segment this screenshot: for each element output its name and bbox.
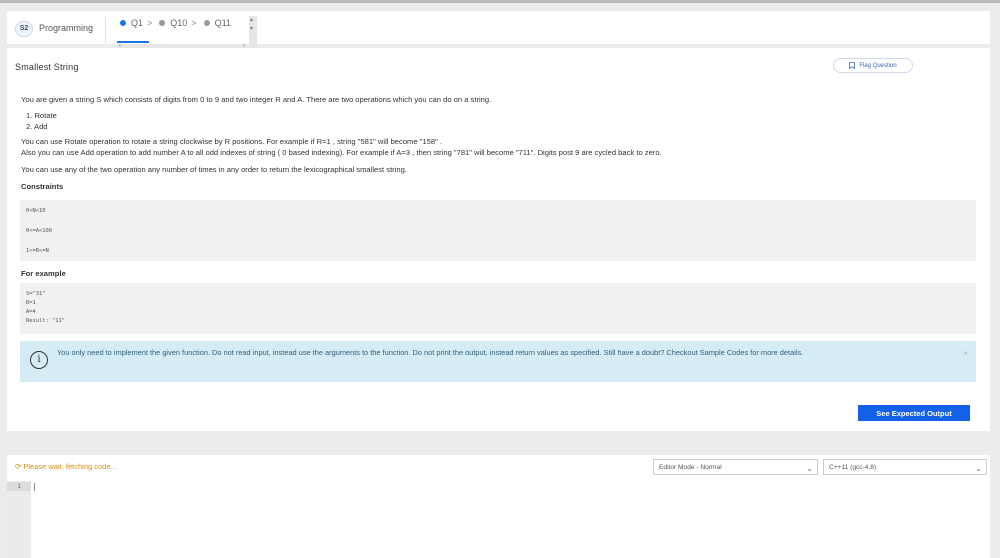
flag-question-label: Flag Question [859, 62, 897, 69]
line-number-gutter: 1 [7, 481, 31, 558]
question-tab-q11[interactable]: Q11 [203, 18, 231, 28]
active-tab-indicator [117, 41, 149, 43]
info-icon: i [30, 351, 48, 369]
intro-text: You are given a string S which consists … [21, 95, 492, 104]
vertical-scrollbar[interactable]: ▴ ▾ [249, 16, 257, 52]
fetching-status: ⟳ Please wait, fetching code... [15, 462, 117, 471]
info-text: You only need to implement the given fun… [57, 348, 804, 357]
rotate-text: You can use Rotate operation to rotate a… [21, 137, 442, 146]
question-description: You are given a string S which consists … [21, 94, 971, 192]
example-line: A=4 [26, 309, 36, 315]
scroll-down-icon[interactable]: ▾ [250, 25, 253, 32]
section-name[interactable]: Programming [39, 23, 93, 33]
question-tabs: Q1 > Q10 > Q11 [120, 16, 238, 30]
add-text: Also you can use Add operation to add nu… [21, 148, 662, 157]
editor-toolbar: ⟳ Please wait, fetching code... Editor M… [7, 455, 990, 481]
language-value: C++11 (gcc-4.8) [829, 464, 877, 471]
question-title: Smallest String [15, 62, 79, 72]
example-line: S="31" [26, 291, 46, 297]
example-line: Result: "11" [26, 318, 65, 324]
question-tab-label: Q10 [170, 18, 188, 28]
info-banner: i You only need to implement the given f… [20, 341, 976, 382]
question-nav-bar: S2 Programming Q1 > Q10 > Q11 ‹ › ▴ ▾ [7, 11, 990, 52]
section-badge[interactable]: S2 [15, 21, 33, 37]
question-tab-label: Q1 [131, 18, 144, 28]
constraints-block: 0<N<10 0<=A<100 1<=R<=N [20, 200, 976, 261]
example-block: S="31" R=1 A=4 Result: "11" [20, 283, 976, 334]
fetching-status-text: Please wait, fetching code... [23, 462, 117, 471]
question-panel: Smallest String Flag Question You are gi… [7, 48, 990, 431]
chevron-right-icon: > [147, 18, 153, 28]
question-tab-q10[interactable]: Q10 > [159, 18, 197, 28]
status-dot-icon [159, 20, 166, 26]
top-border [0, 0, 1000, 3]
constraints-heading: Constraints [21, 182, 64, 191]
editor-mode-select[interactable]: Editor Mode - Normal ⌄ [653, 459, 818, 475]
status-dot-icon [120, 20, 126, 26]
chevron-right-icon: > [191, 18, 197, 28]
bookmark-icon [849, 62, 856, 69]
constraint-line: 0<N<10 [26, 208, 46, 214]
editor-mode-value: Editor Mode - Normal [659, 464, 722, 471]
example-line: R=1 [26, 300, 36, 306]
list-item: 2. Add [26, 122, 48, 131]
question-tab-q1[interactable]: Q1 > [120, 18, 152, 28]
line-number: 1 [7, 482, 31, 491]
chevron-down-icon: ⌄ [975, 464, 982, 473]
text-cursor [34, 483, 35, 491]
status-dot-icon [203, 20, 210, 26]
spinner-icon: ⟳ [15, 462, 22, 471]
code-editor[interactable]: 1 [7, 481, 990, 558]
list-item: 1. Rotate [26, 111, 57, 120]
language-select[interactable]: C++11 (gcc-4.8) ⌄ [823, 459, 987, 475]
scroll-up-icon[interactable]: ▴ [250, 16, 253, 23]
constraint-line: 0<=A<100 [26, 228, 52, 234]
nav-divider [105, 17, 106, 43]
example-heading: For example [21, 269, 66, 278]
see-expected-output-button[interactable]: See Expected Output [858, 405, 970, 421]
any-text: You can use any of the two operation any… [21, 165, 407, 174]
flag-question-button[interactable]: Flag Question [833, 58, 913, 73]
example-section: For example [21, 268, 971, 279]
constraint-line: 1<=R<=N [26, 248, 49, 254]
question-tab-label: Q11 [214, 18, 231, 28]
chevron-down-icon: ⌄ [806, 464, 813, 473]
operations-list: 1. Rotate 2. Add [21, 110, 971, 132]
close-icon[interactable]: × [963, 349, 968, 358]
